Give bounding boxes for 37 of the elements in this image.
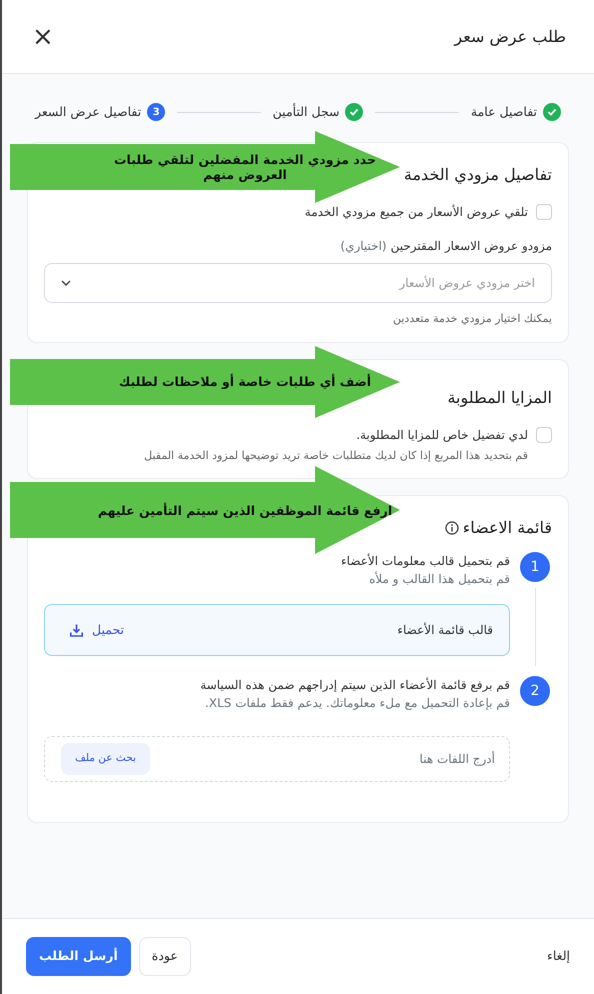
- download-button[interactable]: تحميل: [69, 620, 124, 640]
- drop-zone-placeholder: أدرج اللفات هنا: [420, 750, 495, 768]
- checkbox[interactable]: [536, 204, 552, 220]
- file-drop-zone[interactable]: أدرج اللفات هنا بحث عن ملف: [44, 736, 510, 782]
- step-label[interactable]: تفاصيل عامة: [470, 102, 537, 122]
- chevron-down-icon: [61, 280, 71, 286]
- step-label[interactable]: سجل التأمين: [272, 102, 340, 122]
- download-icon: [69, 622, 84, 638]
- section-title: قائمة الاعضاء: [462, 517, 552, 539]
- callout-text: ارفع قائمة الموظفين الذين سيتم التأمين عليهم: [96, 502, 394, 518]
- info-icon[interactable]: [444, 521, 459, 535]
- section-title: تفاصيل مزودي الخدمة: [404, 165, 552, 184]
- help-text: يمكنك اختيار مزودي خدمة متعددين: [392, 311, 552, 327]
- cancel-button[interactable]: إلغاء: [547, 947, 570, 966]
- section-title: المزايا المطلوبة: [447, 388, 552, 406]
- step-subtitle: قم بتحميل هذا القالب و ملأه: [368, 570, 510, 588]
- field-label: مزودو عروض الاسعار المقترحين: [390, 238, 552, 255]
- browse-file-button[interactable]: بحث عن ملف: [61, 743, 150, 775]
- step-title: قم برفع قائمة الأعضاء الذين سيتم إدراجهم ضمن هذه السياسة: [199, 676, 510, 694]
- back-button[interactable]: عودة: [138, 937, 191, 976]
- optional-label: (اختياري): [340, 238, 387, 255]
- checkbox-label[interactable]: لدي تفضيل خاص للمزايا المطلوبة.: [356, 426, 528, 444]
- step-number: 2: [520, 676, 550, 706]
- callout-text: حدد مزودي الخدمة المفضلين لتلقي طلبات العروض منهم: [113, 152, 377, 182]
- step-subtitle: قم بإعادة التحميل مع ملء معلوماتك. يدعم فقط ملفات XLS.: [204, 695, 510, 712]
- step-label[interactable]: تفاصيل عرض السعر: [35, 102, 142, 122]
- checkbox[interactable]: [536, 426, 552, 442]
- checkbox-label[interactable]: تلقي عروض الأسعار من جميع مزودي الخدمة: [304, 203, 528, 221]
- step-number: 1: [520, 552, 550, 582]
- step-title: قم بتحميل قالب معلومات الأعضاء: [340, 552, 510, 570]
- dialog-title: طلب عرض سعر: [454, 26, 566, 48]
- submit-button[interactable]: أرسل الطلب: [26, 937, 131, 976]
- callout-text: أضف أي طلبات خاصة أو ملاحظات لطلبك: [118, 374, 372, 389]
- step-number: 3: [147, 103, 166, 121]
- help-text: قم بتحديد هذا المربع إذا كان لديك متطلبات خاصة تريد توضيحها لمزود الخدمة المقبل: [143, 448, 529, 464]
- close-button[interactable]: ×: [32, 24, 54, 50]
- file-label: قالب قائمة الأعضاء: [397, 622, 493, 639]
